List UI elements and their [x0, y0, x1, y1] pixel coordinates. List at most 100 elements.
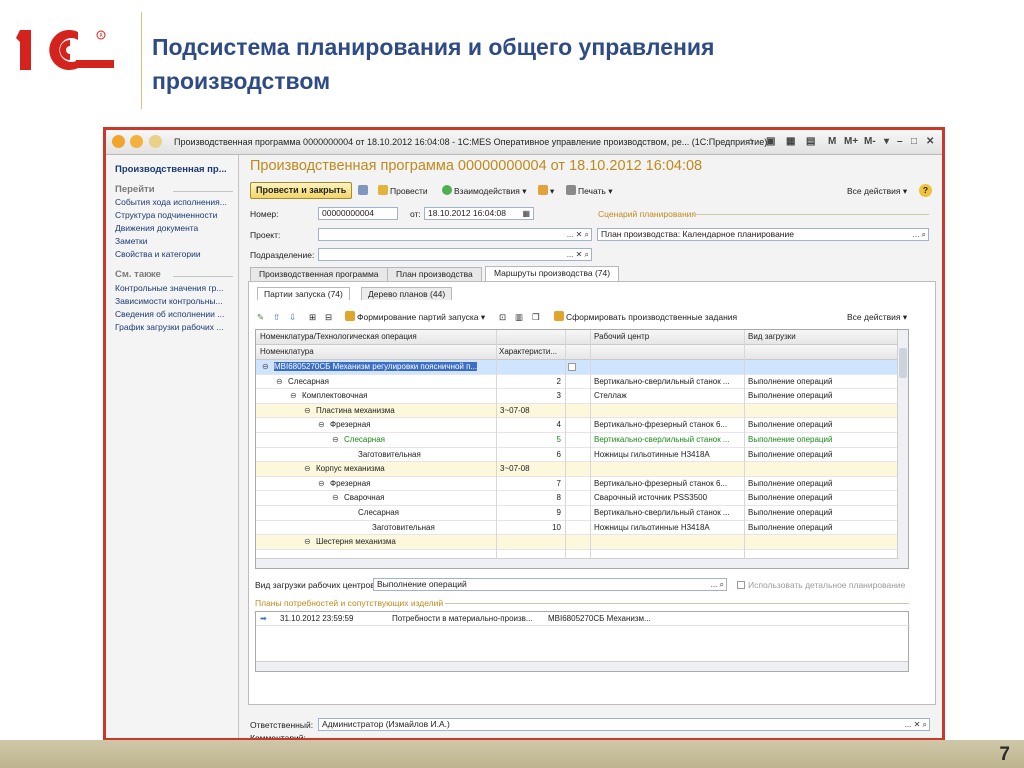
table-settings-icon[interactable]: ⊡ [499, 311, 506, 324]
division-field[interactable]: ... ✕ ⌕ [318, 248, 592, 261]
calendar-icon[interactable]: ▤ [806, 136, 815, 147]
tree-icon[interactable]: ⊟ [325, 311, 332, 324]
table-row[interactable]: Заготовительная 10 Ножницы гильотинные Н34… [256, 521, 908, 536]
favorite-star-icon[interactable] [149, 135, 162, 148]
tab-production-program[interactable]: Производственная программа [250, 267, 388, 281]
scenario-field[interactable]: План производства: Календарное планирова… [597, 228, 929, 241]
interactions-button[interactable]: Взаимодействия ▾ [442, 184, 527, 199]
print-button[interactable]: Печать ▾ [566, 184, 613, 199]
col-characteristic[interactable]: Характеристи... [499, 347, 557, 356]
expand-toggle-icon[interactable]: ⊖ [318, 479, 325, 488]
subtab-launch-batches[interactable]: Партии запуска (74) [257, 287, 350, 300]
nav-link-load-schedule[interactable]: График загрузки рабочих ... [115, 322, 235, 332]
needs-horizontal-scrollbar[interactable] [256, 661, 908, 671]
table-row[interactable]: Заготовительная 6 Ножницы гильотинные Н341… [256, 448, 908, 463]
close-button[interactable]: ✕ [926, 136, 934, 147]
table-row[interactable]: ⊖ Сварочная 8 Сварочный источник PSS3500 Вып… [256, 491, 908, 506]
nav-link-subordination[interactable]: Структура подчиненности [115, 210, 235, 220]
interactions-icon [442, 185, 452, 195]
scroll-thumb[interactable] [899, 348, 907, 378]
expand-toggle-icon[interactable]: ⊖ [262, 362, 269, 371]
nav-link-dependencies[interactable]: Зависимости контрольны... [115, 296, 235, 306]
table-row[interactable]: ⊖ Корпус механизма 3~07-08 [256, 462, 908, 477]
expand-toggle-icon[interactable]: ⊖ [332, 493, 339, 502]
load-type-field[interactable]: Выполнение операций ... ⌕ [373, 578, 727, 591]
table-row[interactable]: ⊖ Комплектовочная 3 Стеллаж Выполнение опера… [256, 389, 908, 404]
nav-link-properties[interactable]: Свойства и категории [115, 249, 235, 259]
expand-toggle-icon[interactable]: ⊖ [304, 464, 311, 473]
nav-document-header[interactable]: Производственная пр... [115, 164, 227, 175]
number-field[interactable]: 00000000004 [318, 207, 398, 220]
tab-production-routes[interactable]: Маршруты производства (74) [485, 266, 620, 281]
calendar-icon[interactable]: ▦ [522, 208, 530, 219]
needs-row[interactable]: ➡ 31.10.2012 23:59:59 Потребности в мате… [256, 612, 910, 626]
table-row[interactable]: ⊖ Фрезерная 7 Вертикально-фрезерный станок … [256, 477, 908, 492]
table-row[interactable]: ⊖ Слесарная 2 Вертикально-сверлильный стано… [256, 375, 908, 390]
table-row[interactable]: ⊖ Фрезерная 4 Вертикально-фрезерный станок … [256, 418, 908, 433]
table-row[interactable]: ⊖ MBI6805270СБ Механизм регулировки поясн… [256, 360, 908, 375]
post-and-close-button[interactable]: Провести и закрыть [250, 182, 353, 199]
calculator-icon[interactable]: ▦ [786, 136, 795, 147]
move-up-icon[interactable]: ⇧ [273, 311, 280, 324]
move-down-icon[interactable]: ⇩ [289, 311, 296, 324]
table-row[interactable]: ⊖ Слесарная 5 Вертикально-сверлильный стано… [256, 433, 908, 448]
responsible-field[interactable]: Администратор (Измайлов И.А.) ... ✕ ⌕ [318, 718, 930, 731]
1c-app-icon[interactable] [112, 135, 125, 148]
menu-arrow-icon[interactable] [130, 135, 143, 148]
grid-vertical-scrollbar[interactable] [897, 330, 908, 568]
columns-icon[interactable]: ▥ [515, 311, 523, 324]
table-row[interactable]: Слесарная 9 Вертикально-сверлильный станок… [256, 506, 908, 521]
table-row[interactable]: ⊖ Шестерня механизма [256, 535, 908, 550]
all-actions-button[interactable]: Все действия ▾ [847, 184, 907, 199]
scenario-field-buttons[interactable]: ... ⌕ [913, 229, 926, 240]
tab-production-plan[interactable]: План производства [387, 267, 482, 281]
grid-horizontal-scrollbar[interactable] [256, 558, 899, 568]
responsible-field-buttons[interactable]: ... ✕ ⌕ [905, 719, 927, 730]
panel-all-actions-button[interactable]: Все действия ▾ [847, 311, 907, 324]
form-batches-button[interactable]: Формирование партий запуска ▾ [345, 311, 485, 324]
create-based-on-button[interactable]: ▾ [538, 184, 554, 199]
nav-link-movements[interactable]: Движения документа [115, 223, 235, 233]
save-icon[interactable] [358, 184, 370, 199]
post-button[interactable]: Провести [378, 184, 428, 199]
expand-toggle-icon[interactable]: ⊖ [304, 406, 311, 415]
col-load-type[interactable]: Вид загрузки [748, 332, 796, 341]
window-menu-button[interactable]: ▾ [884, 136, 889, 147]
home-icon[interactable]: ⌂ [748, 136, 754, 147]
minimize-button[interactable]: – [897, 136, 903, 147]
row-arrow-icon: ➡ [260, 614, 267, 623]
project-field-buttons[interactable]: ... ✕ ⌕ [567, 229, 589, 240]
division-field-buttons[interactable]: ... ✕ ⌕ [567, 249, 589, 260]
nav-link-control-values[interactable]: Контрольные значения гр... [115, 283, 235, 293]
nav-link-execution-events[interactable]: События хода исполнения... [115, 197, 235, 207]
copy-rows-icon[interactable]: ❐ [532, 311, 540, 324]
form-tasks-button[interactable]: Сформировать производственные задания [554, 311, 737, 324]
maximize-button[interactable]: □ [911, 136, 917, 147]
post-icon [378, 185, 388, 195]
col-work-center[interactable]: Рабочий центр [594, 332, 649, 341]
row-checkbox[interactable] [568, 363, 576, 371]
col-nomenclature[interactable]: Номенклатура [260, 347, 314, 356]
edit-icon[interactable]: ✎ [257, 311, 264, 324]
memory-plus-button[interactable]: M+ [844, 136, 858, 147]
expand-toggle-icon[interactable]: ⊖ [276, 377, 283, 386]
row-load-type: Выполнение операций [748, 449, 833, 459]
memory-button[interactable]: M [828, 136, 836, 147]
col-nomenclature-operation[interactable]: Номенклатура/Технологическая операция [260, 332, 417, 341]
memory-minus-button[interactable]: M- [864, 136, 876, 147]
expand-toggle-icon[interactable]: ⊖ [304, 537, 311, 546]
help-button[interactable]: ? [919, 184, 932, 197]
copy-icon[interactable]: ▣ [766, 136, 775, 147]
subtab-plan-tree[interactable]: Дерево планов (44) [361, 287, 453, 300]
detailed-planning-checkbox[interactable]: Использовать детальное планирование [737, 580, 905, 590]
date-field[interactable]: 18.10.2012 16:04:08 ▦ [424, 207, 534, 220]
table-row[interactable]: ⊖ Пластина механизма 3~07-08 [256, 403, 908, 419]
nav-link-notes[interactable]: Заметки [115, 236, 235, 246]
expand-toggle-icon[interactable]: ⊖ [318, 420, 325, 429]
expand-toggle-icon[interactable]: ⊖ [332, 435, 339, 444]
hierarchy-icon[interactable]: ⊞ [309, 311, 316, 324]
nav-link-execution-info[interactable]: Сведения об исполнении ... [115, 309, 235, 319]
project-field[interactable]: ... ✕ ⌕ [318, 228, 592, 241]
expand-toggle-icon[interactable]: ⊖ [290, 391, 297, 400]
load-type-field-buttons[interactable]: ... ⌕ [711, 579, 724, 590]
